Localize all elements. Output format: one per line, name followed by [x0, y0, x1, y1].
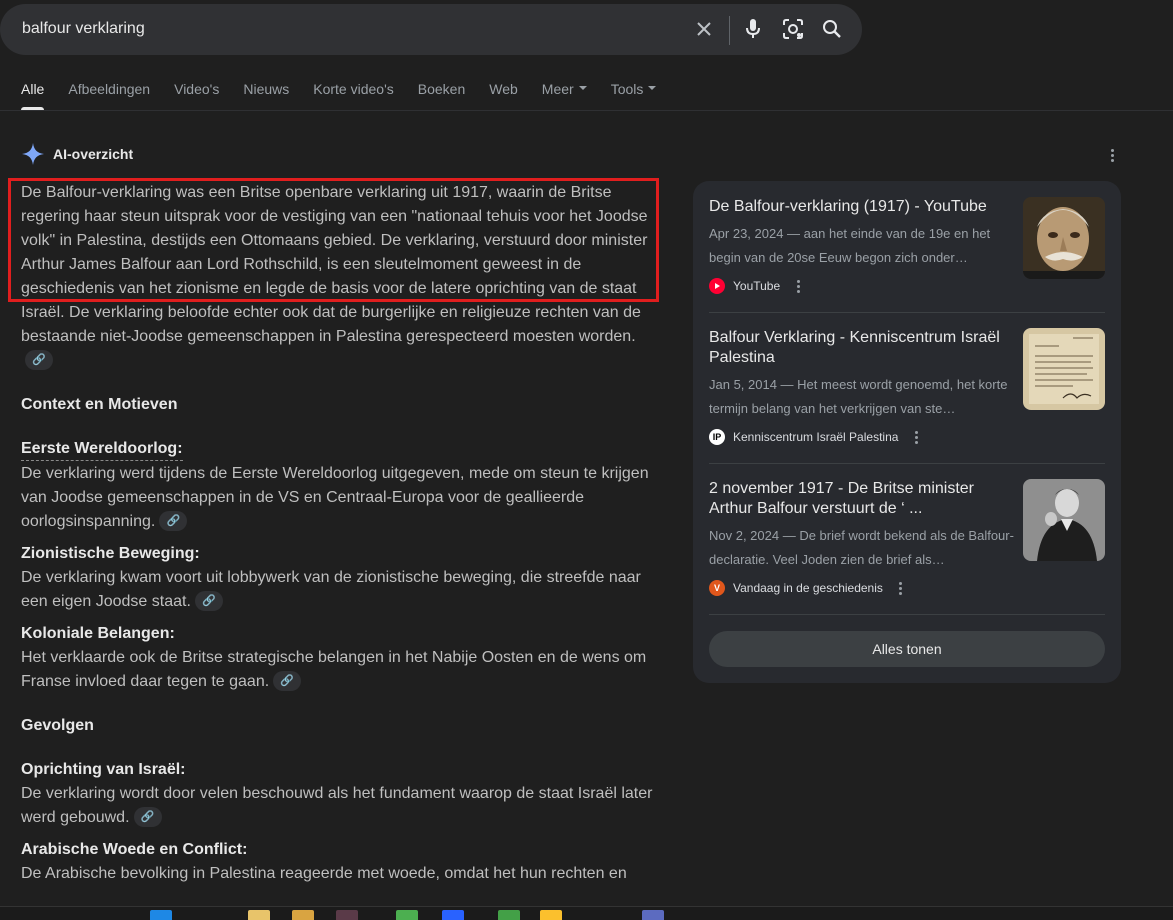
- point-title: Arabische Woede en Conflict:: [21, 841, 248, 858]
- tab-label: Boeken: [417, 81, 466, 97]
- intro-paragraph: De Balfour-verklaring was een Britse ope…: [21, 181, 657, 373]
- app-icon[interactable]: [498, 910, 520, 920]
- file-explorer-icon[interactable]: [248, 910, 270, 920]
- point-title: Zionistische Beweging:: [21, 545, 200, 562]
- point-text: De verklaring wordt door velen beschouwd…: [21, 785, 653, 826]
- tab-label: Video's: [174, 81, 220, 97]
- tab-label: Korte video's: [313, 81, 394, 97]
- more-options-icon[interactable]: [908, 429, 924, 445]
- point-arabische-woede: De Arabische bevolking in Palestina reag…: [21, 862, 657, 886]
- tab-afbeeldingen[interactable]: Afbeeldingen: [68, 80, 150, 110]
- point-koloniale-belangen: Het verklaarde ook de Britse strategisch…: [21, 646, 657, 694]
- point-title: Koloniale Belangen:: [21, 625, 175, 642]
- sources-panel: De Balfour-verklaring (1917) - YouTube A…: [693, 181, 1121, 683]
- search-input[interactable]: balfour verklaring: [22, 20, 145, 38]
- link-icon[interactable]: 🔗: [25, 349, 53, 370]
- source-site[interactable]: V Vandaag in de geschiedenis: [709, 580, 909, 596]
- clear-icon[interactable]: [692, 17, 716, 41]
- show-all-button[interactable]: Alles tonen: [709, 631, 1105, 667]
- more-options-icon[interactable]: [790, 278, 806, 294]
- point-text: Het verklaarde ook de Britse strategisch…: [21, 649, 647, 690]
- search-tabs: Alle Afbeeldingen Video's Nieuws Korte v…: [21, 80, 680, 110]
- tab-nieuws[interactable]: Nieuws: [243, 80, 289, 110]
- tab-tools[interactable]: Tools: [611, 80, 657, 110]
- search-icon[interactable]: [820, 17, 844, 41]
- app-icon[interactable]: [442, 910, 464, 920]
- source-snippet: Jan 5, 2014 — Het meest wordt genoemd, h…: [709, 377, 1008, 416]
- start-icon[interactable]: [150, 910, 172, 920]
- tab-label: Alle: [21, 81, 45, 97]
- tab-boeken[interactable]: Boeken: [418, 80, 465, 110]
- taskbar: [0, 906, 1173, 920]
- ai-overview-label: AI-overzicht: [53, 146, 134, 162]
- source-title[interactable]: Balfour Verklaring - Kenniscentrum Israë…: [709, 328, 1009, 368]
- link-icon[interactable]: 🔗: [133, 806, 162, 827]
- app-icon[interactable]: [336, 910, 358, 920]
- source-card[interactable]: Balfour Verklaring - Kenniscentrum Israë…: [709, 312, 1105, 445]
- tab-label: Nieuws: [243, 81, 290, 97]
- source-site[interactable]: IP Kenniscentrum Israël Palestina: [709, 429, 924, 445]
- tab-label: Tools: [610, 81, 644, 97]
- source-title[interactable]: De Balfour-verklaring (1917) - YouTube: [709, 197, 1009, 217]
- source-card[interactable]: 2 november 1917 - De Britse minister Art…: [709, 463, 1105, 596]
- ai-overview-header: AI-overzicht: [21, 142, 133, 166]
- link-icon[interactable]: 🔗: [194, 590, 223, 611]
- tab-label: Afbeeldingen: [68, 81, 151, 97]
- tab-label: Meer: [541, 81, 574, 97]
- search-divider: [729, 16, 730, 45]
- point-zionistische-beweging: De verklaring kwam voort uit lobbywerk v…: [21, 566, 657, 614]
- intro-highlighted-text: De Balfour-verklaring was een Britse ope…: [21, 184, 648, 297]
- app-icon[interactable]: [642, 910, 664, 920]
- letter-thumbnail[interactable]: [1023, 328, 1105, 410]
- portrait-thumbnail[interactable]: [1023, 197, 1105, 279]
- content-cutoff: [0, 896, 1173, 906]
- point-text: De verklaring werd tijdens de Eerste Wer…: [21, 465, 649, 530]
- tab-korte-videos[interactable]: Korte video's: [313, 80, 394, 110]
- tab-alle[interactable]: Alle: [21, 80, 45, 110]
- tab-web[interactable]: Web: [489, 80, 518, 110]
- point-title[interactable]: Eerste Wereldoorlog:: [21, 438, 183, 461]
- card-divider: [709, 614, 1105, 615]
- point-text: De verklaring kwam voort uit lobbywerk v…: [21, 569, 641, 610]
- folder-icon[interactable]: [292, 910, 314, 920]
- point-title: Oprichting van Israël:: [21, 761, 186, 778]
- kenniscentrum-icon: IP: [709, 429, 725, 445]
- vandaag-icon: V: [709, 580, 725, 596]
- source-name: YouTube: [733, 279, 781, 293]
- source-snippet: Apr 23, 2024 — aan het einde van de 19e …: [709, 226, 991, 265]
- chevron-down-icon: [578, 86, 587, 91]
- lens-icon[interactable]: [781, 17, 805, 41]
- tab-label: Web: [489, 81, 518, 97]
- tab-videos[interactable]: Video's: [174, 80, 219, 110]
- portrait-thumbnail[interactable]: [1023, 479, 1105, 561]
- point-oprichting: De verklaring wordt door velen beschouwd…: [21, 782, 657, 830]
- app-icon[interactable]: [396, 910, 418, 920]
- source-name: Vandaag in de geschiedenis: [733, 581, 883, 595]
- source-site[interactable]: YouTube: [709, 278, 806, 294]
- intro-rest-text: Israël. De verklaring beloofde echter oo…: [21, 304, 641, 345]
- search-bar[interactable]: balfour verklaring: [0, 4, 862, 55]
- sparkle-icon: [22, 143, 44, 165]
- youtube-icon: [709, 278, 725, 294]
- point-eerste-wereldoorlog: Eerste Wereldoorlog: De verklaring werd …: [21, 437, 657, 534]
- source-title[interactable]: 2 november 1917 - De Britse minister Art…: [709, 479, 1009, 519]
- more-options-icon[interactable]: [1104, 147, 1120, 163]
- microphone-icon[interactable]: [741, 17, 765, 41]
- point-text: De Arabische bevolking in Palestina reag…: [21, 865, 627, 882]
- tab-meer[interactable]: Meer: [542, 80, 587, 110]
- section-title-context: Context en Motieven: [21, 396, 178, 413]
- chevron-down-icon: [648, 86, 657, 91]
- source-name: Kenniscentrum Israël Palestina: [733, 430, 899, 444]
- tabs-divider: [0, 110, 1173, 111]
- ai-overview-content: De Balfour-verklaring was een Britse ope…: [21, 181, 657, 886]
- source-snippet: Nov 2, 2024 — De brief wordt bekend als …: [709, 528, 1014, 567]
- link-icon[interactable]: 🔗: [159, 510, 188, 531]
- section-title-gevolgen: Gevolgen: [21, 717, 94, 734]
- more-options-icon[interactable]: [893, 580, 909, 596]
- app-icon[interactable]: [540, 910, 562, 920]
- source-card[interactable]: De Balfour-verklaring (1917) - YouTube A…: [709, 181, 1105, 312]
- link-icon[interactable]: 🔗: [273, 670, 302, 691]
